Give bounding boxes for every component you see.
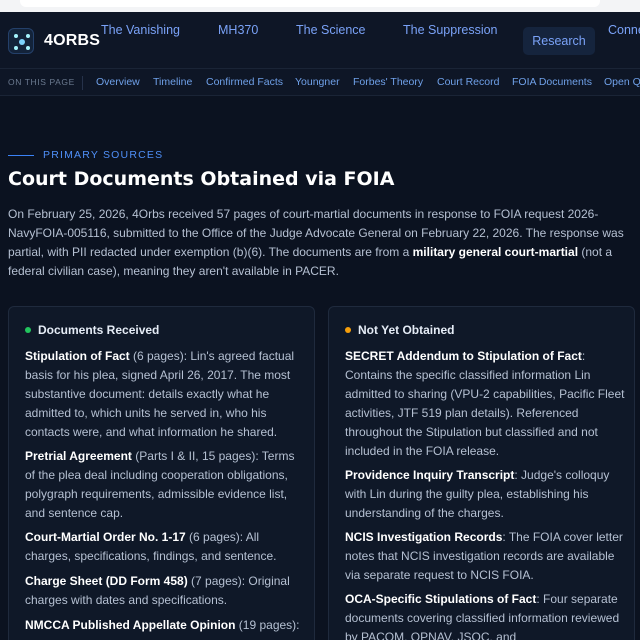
documents-received-card: Documents Received Stipulation of Fact (… <box>8 306 315 640</box>
subnav-foia-documents[interactable]: FOIA Documents <box>512 76 592 88</box>
nav-link-the-vanishing[interactable]: The Vanishing <box>101 23 180 37</box>
subnav-court-record[interactable]: Court Record <box>437 76 499 88</box>
nav-link-the-science[interactable]: The Science <box>296 23 365 37</box>
subnav-youngner[interactable]: Youngner <box>295 76 340 88</box>
item-meta: (19 pages) <box>235 618 297 632</box>
orb-logo-icon[interactable] <box>8 28 34 54</box>
research-button[interactable]: Research <box>523 27 595 55</box>
nav-link-the-suppression[interactable]: The Suppression <box>403 23 498 37</box>
subnav-confirmed-facts[interactable]: Confirmed Facts <box>206 76 283 88</box>
amber-status-dot-icon <box>345 327 351 333</box>
item-name: SECRET Addendum to Stipulation of Fact <box>345 349 582 363</box>
not-yet-obtained-card: Not Yet Obtained SECRET Addendum to Stip… <box>328 306 635 640</box>
item-meta: (7 pages) <box>187 574 242 588</box>
nav-link-mh370[interactable]: MH370 <box>218 23 258 37</box>
item-desc: : Contains the specific classified infor… <box>345 349 625 458</box>
subnav-forbes-theory[interactable]: Forbes' Theory <box>353 76 423 88</box>
green-status-dot-icon <box>25 327 31 333</box>
nav-link-connections[interactable]: Conne <box>608 23 640 37</box>
item-desc: : <box>296 618 300 632</box>
item-name: NCIS Investigation Records <box>345 530 503 544</box>
subnav-divider <box>82 76 83 90</box>
on-this-page-label: ON THIS PAGE <box>8 77 75 87</box>
address-bar[interactable] <box>20 0 600 7</box>
item-name: Providence Inquiry Transcript <box>345 468 515 482</box>
item-name: Pretrial Agreement <box>25 449 132 463</box>
list-item: Providence Inquiry Transcript: Judge's c… <box>345 466 625 523</box>
top-navigation: 4ORBS The Vanishing MH370 The Science Th… <box>0 12 640 68</box>
subnav-timeline[interactable]: Timeline <box>153 76 192 88</box>
page-title: Court Documents Obtained via FOIA <box>8 168 395 190</box>
section-eyebrow: PRIMARY SOURCES <box>43 149 164 161</box>
item-meta: (6 pages) <box>185 530 240 544</box>
list-item: OCA-Specific Stipulations of Fact: Four … <box>345 590 625 640</box>
documents-received-heading: Documents Received <box>38 323 160 337</box>
list-item: Charge Sheet (DD Form 458) (7 pages): Or… <box>25 572 305 610</box>
brand-name[interactable]: 4ORBS <box>44 32 100 50</box>
intro-paragraph: On February 25, 2026, 4Orbs received 57 … <box>8 205 636 281</box>
not-yet-obtained-heading: Not Yet Obtained <box>358 323 455 337</box>
item-name: Stipulation of Fact <box>25 349 130 363</box>
list-item: Court-Martial Order No. 1-17 (6 pages): … <box>25 528 305 566</box>
on-this-page-nav: ON THIS PAGE Overview Timeline Confirmed… <box>0 68 640 96</box>
item-name: OCA-Specific Stipulations of Fact <box>345 592 537 606</box>
intro-emphasis: military general court-martial <box>412 245 579 259</box>
item-name: Charge Sheet (DD Form 458) <box>25 574 188 588</box>
item-meta: (Parts I & II, 15 pages) <box>131 449 256 463</box>
eyebrow-rule <box>8 155 34 156</box>
list-item: Pretrial Agreement (Parts I & II, 15 pag… <box>25 447 305 523</box>
list-item: NMCCA Published Appellate Opinion (19 pa… <box>25 616 305 635</box>
item-name: NMCCA Published Appellate Opinion <box>25 618 236 632</box>
subnav-overview[interactable]: Overview <box>96 76 140 88</box>
list-item: Stipulation of Fact (6 pages): Lin's agr… <box>25 347 305 442</box>
list-item: SECRET Addendum to Stipulation of Fact: … <box>345 347 625 461</box>
list-item: NCIS Investigation Records: The FOIA cov… <box>345 528 625 585</box>
browser-chrome <box>0 0 640 12</box>
subnav-open-questions[interactable]: Open Q <box>604 76 640 88</box>
item-name: Court-Martial Order No. 1-17 <box>25 530 186 544</box>
item-meta: (6 pages) <box>129 349 184 363</box>
